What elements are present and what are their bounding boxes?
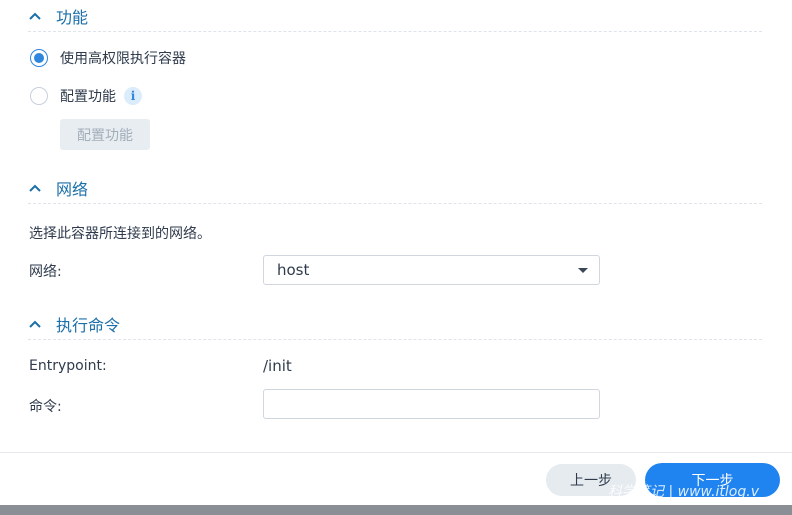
entrypoint-value: /init: [263, 357, 292, 375]
chevron-up-icon: [28, 316, 44, 332]
section-header-features[interactable]: 功能: [28, 0, 762, 32]
section-title-command: 执行命令: [56, 315, 121, 335]
radio-configure-label: 配置功能: [60, 89, 116, 105]
section-title-network: 网络: [56, 179, 89, 199]
caret-down-icon: [578, 268, 588, 273]
section-header-network[interactable]: 网络: [28, 172, 762, 204]
command-label: 命令:: [29, 399, 62, 415]
chevron-up-icon: [28, 8, 44, 24]
section-title-features: 功能: [56, 7, 89, 27]
chevron-up-icon: [28, 180, 44, 196]
network-select[interactable]: host: [263, 255, 600, 285]
entrypoint-label: Entrypoint:: [29, 358, 107, 374]
info-icon[interactable]: i: [124, 87, 142, 105]
radio-configure[interactable]: [30, 87, 48, 105]
network-select-value: host: [277, 261, 310, 279]
footer-divider: [0, 452, 792, 453]
watermark-text: 科学笔记 | www.itlog.v: [608, 484, 759, 500]
section-header-command[interactable]: 执行命令: [28, 308, 762, 340]
radio-configure-row[interactable]: 配置功能 i: [30, 85, 142, 107]
configure-features-button[interactable]: 配置功能: [60, 119, 150, 150]
radio-privileged-label: 使用高权限执行容器: [60, 51, 186, 67]
command-input[interactable]: [263, 389, 600, 419]
network-description: 选择此容器所连接到的网络。: [29, 226, 211, 242]
bottom-edge-bar: [0, 505, 792, 515]
container-settings-page: 功能 使用高权限执行容器 配置功能 i 配置功能 网络 选择此容器所连接到的网络…: [0, 0, 792, 515]
network-label: 网络:: [29, 264, 62, 280]
radio-privileged[interactable]: [30, 49, 48, 67]
radio-privileged-row[interactable]: 使用高权限执行容器: [30, 47, 186, 69]
